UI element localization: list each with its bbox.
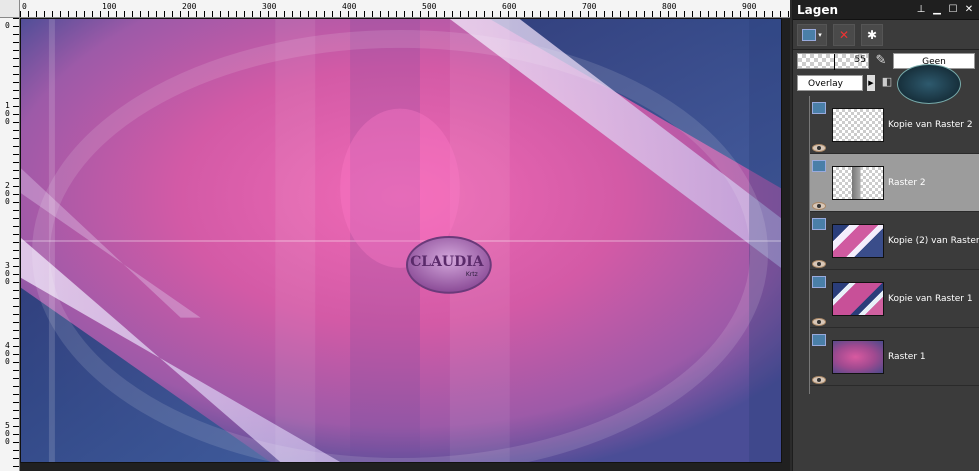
raster-layer-icon: [812, 102, 826, 114]
layer-thumbnail: [832, 166, 884, 200]
pin-icon[interactable]: ⊥: [915, 4, 927, 16]
opacity-slider-handle[interactable]: [834, 54, 835, 70]
canvas-area: 0 100 200 300 400 500 600 700 800 900 0 …: [0, 0, 790, 471]
image-canvas[interactable]: CLAUDIA Krtz: [20, 18, 782, 463]
layer-name: Kopie van Raster 1: [888, 294, 973, 304]
eye-icon[interactable]: [812, 376, 826, 384]
chevron-right-icon[interactable]: ▶: [867, 75, 875, 91]
ruler-left-label: 100: [5, 101, 10, 126]
minimize-icon[interactable]: ▁: [931, 4, 943, 16]
ruler-top-label: 300: [262, 2, 277, 11]
layer-thumbnail: [832, 340, 884, 374]
layer-list: Kopie van Raster 2 Raster 2 Kopie (2) va…: [809, 96, 979, 394]
layer-row[interactable]: Kopie van Raster 2: [810, 96, 979, 154]
layer-thumbnail: [832, 282, 884, 316]
raster-layer-icon: [812, 160, 826, 172]
panel-title: Lagen: [797, 2, 839, 17]
ruler-top-label: 0: [22, 2, 27, 11]
brush-icon[interactable]: ✎: [873, 53, 889, 69]
delete-layer-icon: ✕: [838, 27, 850, 42]
ruler-top-label: 700: [582, 2, 597, 11]
ruler-top-label: 500: [422, 2, 437, 11]
new-layer-icon: [802, 28, 817, 41]
eye-icon[interactable]: [812, 202, 826, 210]
eye-icon[interactable]: [812, 144, 826, 152]
layer-icons: [812, 334, 826, 384]
ruler-left-ticks: [13, 18, 19, 471]
opacity-slider[interactable]: 55: [797, 53, 869, 70]
ruler-left: 0 100 200 300 400 500: [0, 18, 20, 471]
raster-layer-icon: [812, 276, 826, 288]
raster-layer-icon: [812, 218, 826, 230]
layer-name: Raster 1: [888, 352, 926, 362]
ruler-left-label: 200: [5, 181, 10, 206]
layer-name: Raster 2: [888, 178, 926, 188]
raster-layer-icon: [812, 334, 826, 346]
wand-icon: ✱: [866, 27, 878, 42]
horizontal-scrollbar[interactable]: [20, 463, 782, 471]
layer-icons: [812, 102, 826, 152]
app-root: 0 100 200 300 400 500 600 700 800 900 0 …: [0, 0, 979, 471]
ruler-corner: [0, 0, 20, 18]
ruler-top: 0 100 200 300 400 500 600 700 800 900: [20, 0, 790, 18]
ruler-top-label: 100: [102, 2, 117, 11]
layer-thumbnail: [832, 108, 884, 142]
layer-icons: [812, 276, 826, 326]
ruler-top-ticks: [20, 11, 790, 17]
close-icon[interactable]: ✕: [963, 4, 975, 16]
watermark-text: CLAUDIA: [410, 254, 484, 270]
title-icons: ⊥ ▁ ☐ ✕: [915, 4, 975, 16]
ruler-left-label: 300: [5, 261, 10, 286]
eye-icon[interactable]: [812, 318, 826, 326]
chevron-down-icon: ▾: [818, 30, 822, 39]
layer-properties-button[interactable]: ✱: [861, 23, 883, 46]
lock-transparency-icon[interactable]: ◧: [879, 75, 895, 91]
layer-name: Kopie (2) van Raster 1: [888, 236, 979, 246]
ruler-left-label: 500: [5, 421, 10, 446]
eye-icon[interactable]: [812, 260, 826, 268]
layer-name: Kopie van Raster 2: [888, 120, 973, 130]
panel-title-bar[interactable]: Lagen ⊥ ▁ ☐ ✕: [793, 0, 979, 20]
ruler-top-label: 200: [182, 2, 197, 11]
layer-thumbnail: [832, 224, 884, 258]
maximize-icon[interactable]: ☐: [947, 4, 959, 16]
layer-row[interactable]: Raster 2: [810, 154, 979, 212]
layers-panel: Lagen ⊥ ▁ ☐ ✕ ▾ ✕ ✱ 55 ✎ Geen Overlay ▶ …: [792, 0, 979, 471]
vertical-scrollbar[interactable]: [782, 18, 790, 471]
ruler-top-label: 400: [342, 2, 357, 11]
layer-row[interactable]: Kopie van Raster 1: [810, 270, 979, 328]
ruler-left-label: 400: [5, 341, 10, 366]
ruler-top-label: 800: [662, 2, 677, 11]
ruler-top-label: 900: [742, 2, 757, 11]
layers-toolbar: ▾ ✕ ✱: [793, 20, 979, 50]
canvas-image: CLAUDIA Krtz: [21, 19, 781, 462]
layer-icons: [812, 160, 826, 210]
delete-layer-button[interactable]: ✕: [833, 23, 855, 46]
ruler-top-label: 600: [502, 2, 517, 11]
blend-mode-select[interactable]: Overlay: [797, 75, 863, 91]
new-layer-button[interactable]: ▾: [797, 23, 827, 46]
layer-row[interactable]: Raster 1: [810, 328, 979, 386]
layer-icons: [812, 218, 826, 268]
layer-row[interactable]: Kopie (2) van Raster 1: [810, 212, 979, 270]
opacity-value: 55: [854, 55, 866, 65]
watermark-subtext: Krtz: [466, 271, 478, 278]
ruler-left-label: 0: [5, 21, 10, 30]
